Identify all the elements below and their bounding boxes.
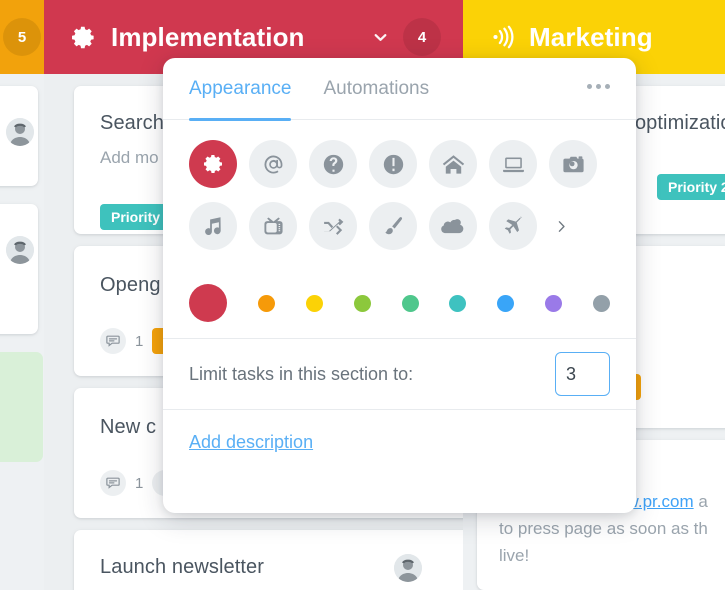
- at-sign-icon[interactable]: [249, 140, 297, 188]
- avatar: [394, 554, 422, 582]
- comment-icon: [100, 328, 126, 354]
- card-description-line: to press page as soon as th: [499, 515, 708, 542]
- app-screen: er Search Add mo Priority Openg: [0, 0, 725, 590]
- column-title: Implementation: [111, 22, 305, 53]
- gear-icon[interactable]: [189, 140, 237, 188]
- laptop-icon[interactable]: [489, 140, 537, 188]
- card-title: Openg: [100, 274, 161, 297]
- music-note-icon[interactable]: [189, 202, 237, 250]
- broadcast-icon: [489, 24, 515, 50]
- task-limit-row: Limit tasks in this section to:: [163, 338, 636, 410]
- tab-automations[interactable]: Automations: [323, 58, 429, 120]
- card-highlight[interactable]: [0, 352, 43, 462]
- home-icon[interactable]: [429, 140, 477, 188]
- comment-count: 1: [135, 333, 143, 350]
- color-picker: [163, 264, 636, 328]
- tab-appearance-label: Appearance: [189, 78, 291, 100]
- color-swatch-teal[interactable]: [449, 295, 466, 312]
- section-settings-popover: Appearance Automations: [163, 58, 636, 513]
- icon-picker-row-2: [189, 202, 610, 250]
- icon-picker-row-1: [189, 140, 610, 188]
- add-description-link[interactable]: Add description: [189, 432, 313, 452]
- popover-tabs: Appearance Automations: [163, 58, 636, 120]
- comment-icon: [100, 470, 126, 496]
- question-mark-icon[interactable]: [309, 140, 357, 188]
- paintbrush-icon[interactable]: [369, 202, 417, 250]
- distribute-text-post: a: [694, 492, 708, 511]
- color-swatch-blue[interactable]: [497, 295, 514, 312]
- color-swatch-grey[interactable]: [593, 295, 610, 312]
- avatar: [6, 236, 34, 264]
- comment-count: 1: [135, 475, 143, 492]
- airplane-icon[interactable]: [489, 202, 537, 250]
- task-limit-input[interactable]: [555, 352, 610, 396]
- status-badge: Priority 2: [657, 174, 725, 200]
- more-options-icon[interactable]: [587, 84, 610, 93]
- cloud-icon[interactable]: [429, 202, 477, 250]
- camera-icon[interactable]: [549, 140, 597, 188]
- color-swatch-green[interactable]: [402, 295, 419, 312]
- color-swatch-purple[interactable]: [545, 295, 562, 312]
- card-subtitle: Add mo: [100, 148, 159, 168]
- avatar: [6, 118, 34, 146]
- gear-icon: [70, 24, 97, 51]
- task-limit-label: Limit tasks in this section to:: [189, 364, 413, 385]
- card-title: New c: [100, 416, 156, 439]
- card[interactable]: [0, 86, 38, 186]
- tab-automations-label: Automations: [323, 78, 429, 100]
- exclamation-mark-icon[interactable]: [369, 140, 417, 188]
- color-swatch-orange[interactable]: [258, 295, 275, 312]
- column-partial-left: er: [0, 74, 44, 590]
- color-swatch-yellow[interactable]: [306, 295, 323, 312]
- chevron-down-icon[interactable]: [372, 29, 389, 46]
- card-description-line: live!: [499, 542, 529, 569]
- color-swatch-red[interactable]: [189, 284, 227, 322]
- color-swatch-lime[interactable]: [354, 295, 371, 312]
- television-icon[interactable]: [249, 202, 297, 250]
- status-badge: Priority: [100, 204, 171, 230]
- card-title: Launch newsletter: [100, 556, 264, 579]
- icon-picker: [163, 120, 636, 250]
- card[interactable]: er: [0, 204, 38, 334]
- tab-appearance[interactable]: Appearance: [189, 58, 291, 120]
- column-count-badge: 5: [3, 18, 41, 56]
- card-launch-newsletter[interactable]: Launch newsletter: [74, 530, 474, 590]
- column-title: Marketing: [529, 22, 653, 53]
- column-header-partial-left[interactable]: 5: [0, 0, 44, 74]
- chevron-right-icon[interactable]: [549, 202, 573, 250]
- card-title: Search: [100, 112, 164, 135]
- column-count-badge: 4: [403, 18, 441, 56]
- description-row: Add description: [163, 410, 636, 453]
- shuffle-arrows-icon[interactable]: [309, 202, 357, 250]
